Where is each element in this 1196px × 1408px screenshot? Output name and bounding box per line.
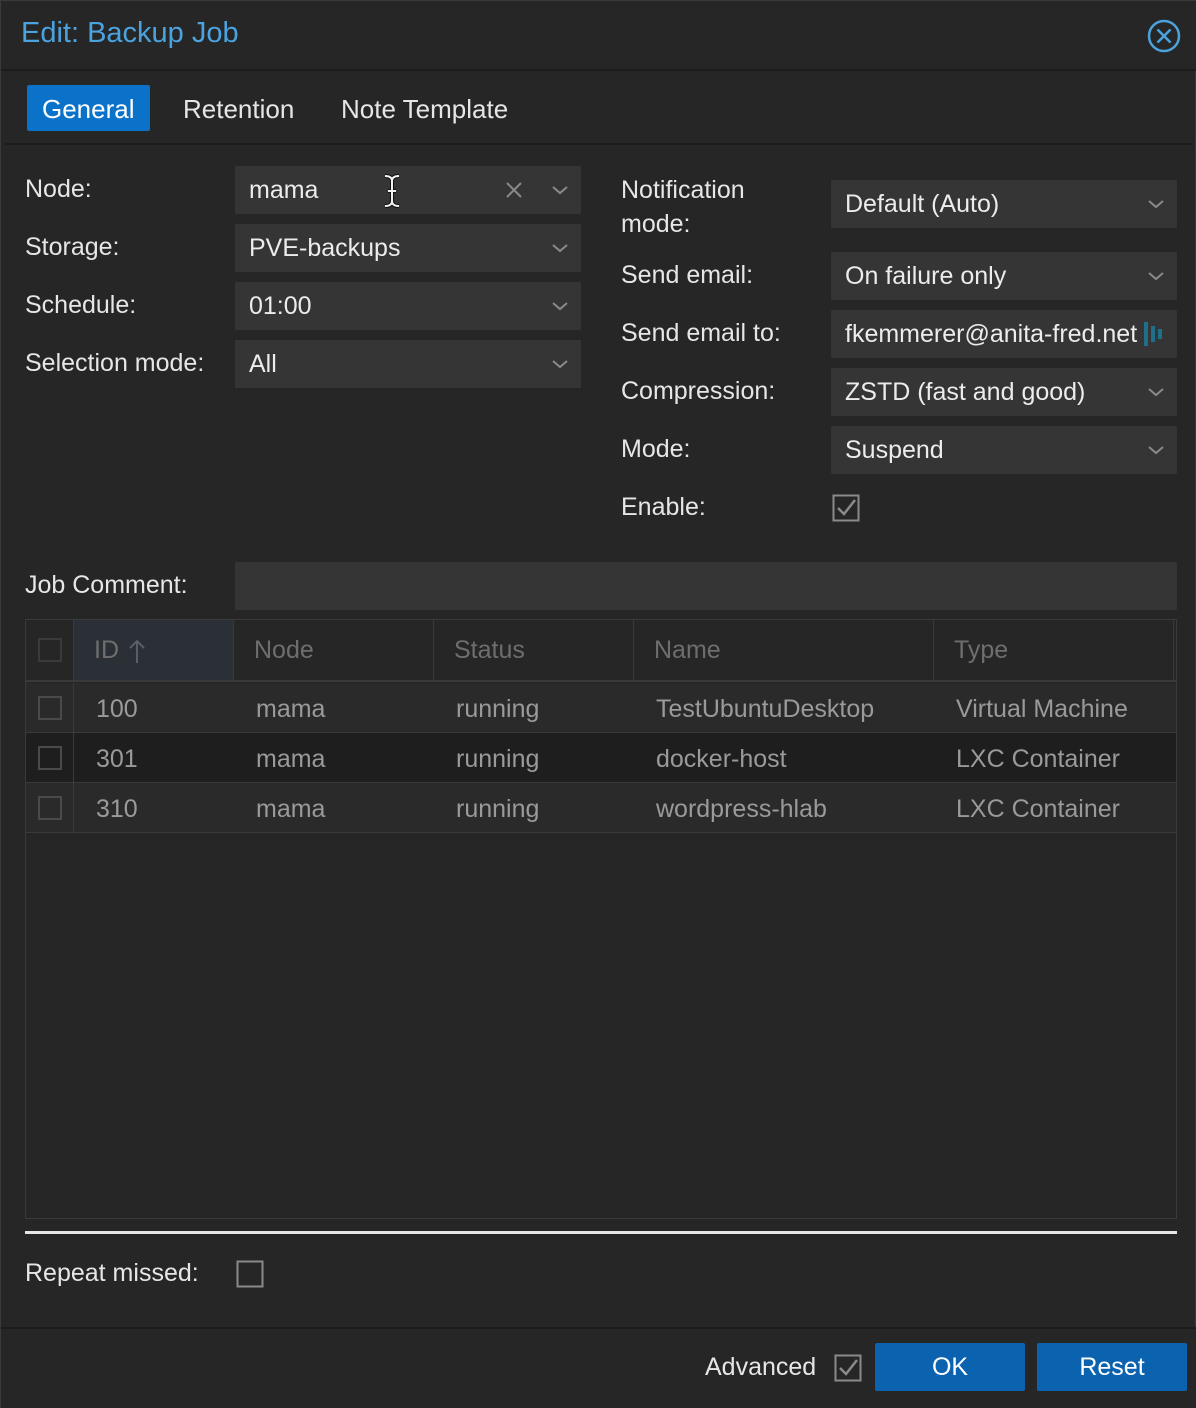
tab-retention[interactable]: Retention — [168, 85, 309, 131]
row-select-cell[interactable] — [26, 683, 74, 733]
dialog-titlebar: Edit: Backup Job — [1, 1, 1196, 71]
job-comment-label: Job Comment: — [25, 571, 188, 599]
row-select-cell[interactable] — [26, 783, 74, 833]
enable-label: Enable: — [621, 493, 706, 521]
cell-id: 100 — [96, 695, 138, 723]
column-header-type[interactable]: Type — [934, 620, 1174, 680]
guest-selection-grid: ID Node Status Name Type 100 mama runnin… — [25, 619, 1177, 1219]
node-value: mama — [249, 176, 319, 204]
select-all-cell[interactable] — [26, 620, 74, 680]
chevron-down-icon[interactable] — [1147, 383, 1165, 401]
cell-type: Virtual Machine — [956, 695, 1128, 723]
cell-type: LXC Container — [956, 795, 1120, 823]
row-checkbox[interactable] — [38, 746, 62, 770]
dialog-title: Edit: Backup Job — [21, 17, 239, 49]
dialog-footer: Advanced OK Reset — [1, 1327, 1196, 1408]
cell-node: mama — [256, 745, 326, 773]
send-email-select[interactable]: On failure only — [831, 252, 1177, 300]
cell-status: running — [456, 795, 540, 823]
table-row[interactable]: 301 mama running docker-host LXC Contain… — [26, 733, 1176, 783]
cell-type: LXC Container — [956, 745, 1120, 773]
tab-note-template[interactable]: Note Template — [326, 85, 523, 131]
select-all-checkbox[interactable] — [38, 638, 62, 662]
storage-select[interactable]: PVE-backups — [235, 224, 581, 272]
advanced-label: Advanced — [705, 1353, 817, 1381]
reset-button[interactable]: Reset — [1037, 1343, 1187, 1391]
mode-value: Suspend — [845, 436, 944, 464]
row-checkbox[interactable] — [38, 796, 62, 820]
compression-select[interactable]: ZSTD (fast and good) — [831, 368, 1177, 416]
storage-value: PVE-backups — [249, 234, 401, 262]
storage-label: Storage: — [25, 233, 120, 261]
cell-name: docker-host — [656, 745, 787, 773]
selection-mode-label: Selection mode: — [25, 349, 205, 377]
password-manager-icon[interactable] — [1143, 320, 1165, 348]
repeat-missed-label: Repeat missed: — [25, 1259, 199, 1287]
schedule-value: 01:00 — [249, 292, 312, 320]
cell-status: running — [456, 695, 540, 723]
notification-mode-label: Notification mode: — [621, 176, 745, 238]
ok-button[interactable]: OK — [875, 1343, 1025, 1391]
column-header-node[interactable]: Node — [234, 620, 434, 680]
column-header-status[interactable]: Status — [434, 620, 634, 680]
chevron-down-icon[interactable] — [551, 355, 569, 373]
chevron-down-icon[interactable] — [551, 181, 569, 199]
notification-mode-select[interactable]: Default (Auto) — [831, 180, 1177, 228]
send-email-to-input[interactable]: fkemmerer@anita-fred.net — [831, 310, 1177, 358]
chevron-down-icon[interactable] — [1147, 195, 1165, 213]
compression-value: ZSTD (fast and good) — [845, 378, 1086, 406]
chevron-down-icon[interactable] — [551, 239, 569, 257]
compression-label: Compression: — [621, 377, 776, 405]
send-email-value: On failure only — [845, 262, 1007, 290]
node-label: Node: — [25, 175, 92, 203]
send-email-to-label: Send email to: — [621, 319, 781, 347]
row-checkbox[interactable] — [38, 696, 62, 720]
cell-name: wordpress-hlab — [656, 795, 827, 823]
cell-status: running — [456, 745, 540, 773]
column-header-id[interactable]: ID — [74, 620, 234, 680]
sort-ascending-icon — [129, 639, 145, 663]
send-email-label: Send email: — [621, 261, 754, 289]
cell-node: mama — [256, 795, 326, 823]
chevron-down-icon[interactable] — [551, 297, 569, 315]
selection-mode-select[interactable]: All — [235, 340, 581, 388]
clear-icon[interactable] — [503, 179, 525, 201]
job-comment-input[interactable] — [235, 562, 1177, 610]
table-row[interactable]: 100 mama running TestUbuntuDesktop Virtu… — [26, 683, 1176, 733]
send-email-to-value: fkemmerer@anita-fred.net — [845, 320, 1138, 348]
enable-checkbox[interactable] — [832, 494, 860, 522]
selection-mode-value: All — [249, 350, 277, 378]
table-row[interactable]: 310 mama running wordpress-hlab LXC Cont… — [26, 783, 1176, 833]
chevron-down-icon[interactable] — [1147, 441, 1165, 459]
advanced-checkbox[interactable] — [834, 1354, 862, 1382]
row-select-cell[interactable] — [26, 733, 74, 783]
column-header-name[interactable]: Name — [634, 620, 934, 680]
backup-job-dialog: Edit: Backup Job General Retention Note … — [0, 0, 1196, 1408]
tab-general[interactable]: General — [27, 85, 150, 131]
schedule-label: Schedule: — [25, 291, 137, 319]
chevron-down-icon[interactable] — [1147, 267, 1165, 285]
schedule-select[interactable]: 01:00 — [235, 282, 581, 330]
repeat-missed-checkbox[interactable] — [236, 1260, 264, 1288]
grid-header: ID Node Status Name Type — [26, 620, 1176, 682]
section-divider — [25, 1231, 1177, 1234]
cell-id: 301 — [96, 745, 138, 773]
cell-id: 310 — [96, 795, 138, 823]
cell-name: TestUbuntuDesktop — [656, 695, 875, 723]
close-icon[interactable] — [1147, 19, 1181, 53]
mode-select[interactable]: Suspend — [831, 426, 1177, 474]
notification-mode-value: Default (Auto) — [845, 190, 1000, 218]
tab-bar: General Retention Note Template — [5, 73, 1193, 145]
mode-label: Mode: — [621, 435, 691, 463]
node-combobox[interactable]: mama — [235, 166, 581, 214]
text-cursor-icon — [384, 174, 400, 208]
cell-node: mama — [256, 695, 326, 723]
column-id-label: ID — [94, 636, 119, 664]
